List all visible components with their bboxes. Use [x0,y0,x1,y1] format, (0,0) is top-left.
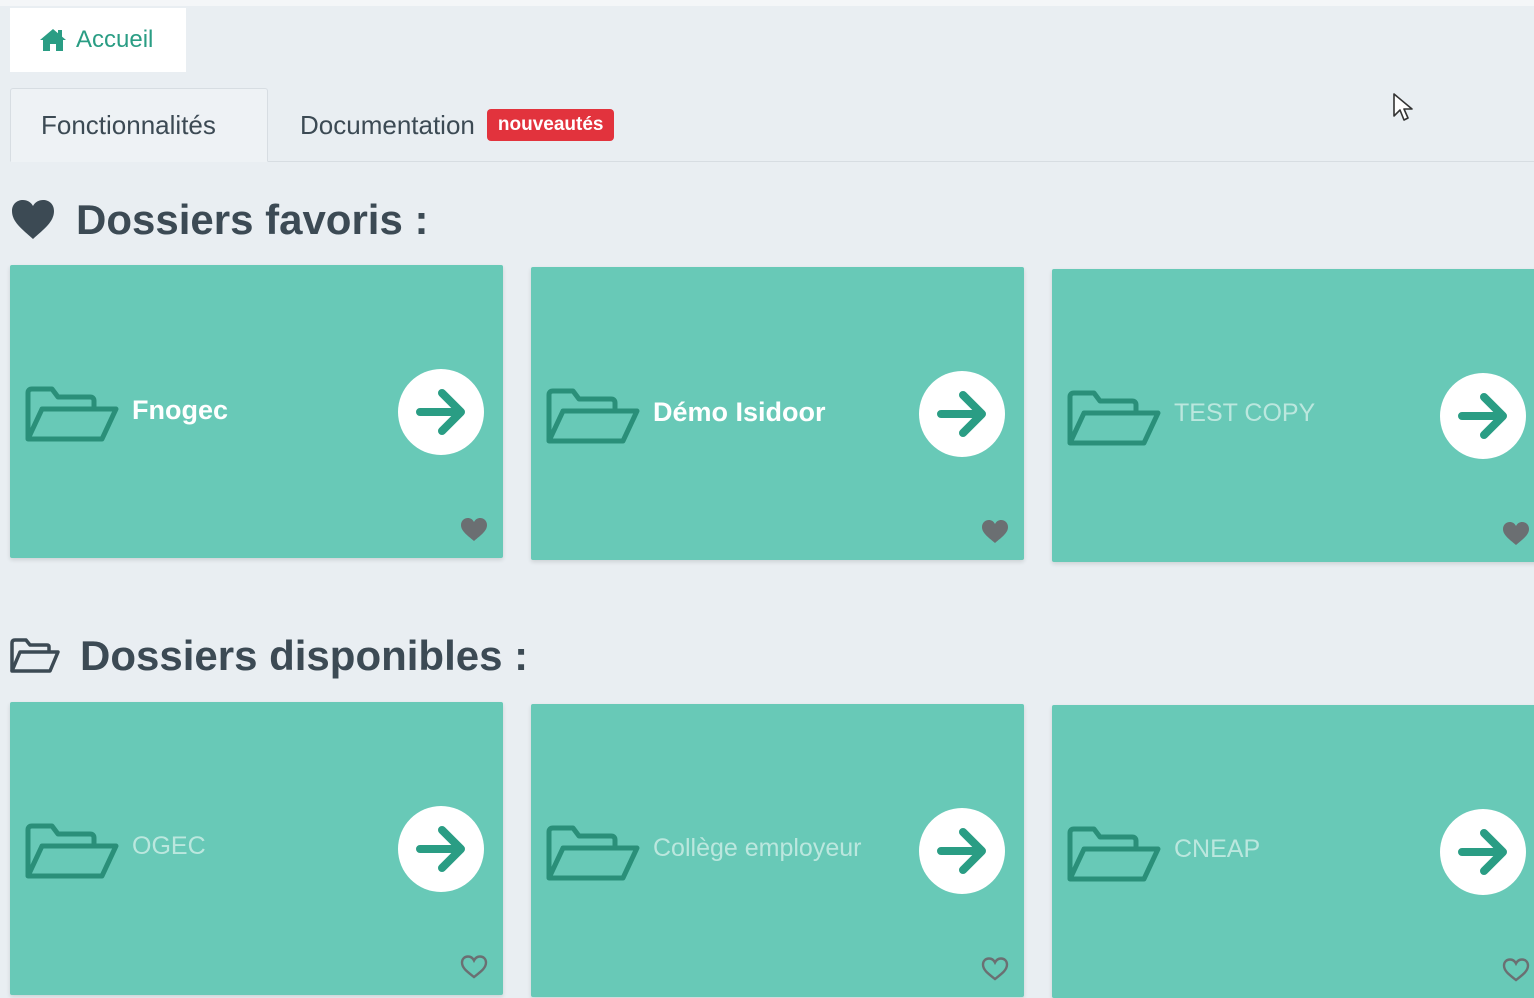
breadcrumb-home[interactable]: Accueil [10,8,186,72]
open-folder-button[interactable] [1440,809,1526,895]
arrow-right-icon [1458,393,1507,439]
folder-open-icon [1067,390,1161,446]
open-folder-button[interactable] [919,371,1005,457]
card-label: Fnogec [132,395,229,425]
card-label: OGEC [132,832,206,860]
heart-outline-icon[interactable] [460,954,488,980]
arrow-right-icon [937,828,986,874]
home-icon [40,29,66,51]
favorite-heart-icon[interactable] [981,519,1009,545]
arrow-right-icon [937,391,986,437]
folder-open-icon [1067,826,1161,882]
heart-outline-icon[interactable] [981,956,1009,982]
available-card-cneap[interactable]: CNEAP [1052,705,1534,998]
folder-open-icon [10,638,60,673]
available-card-ogec[interactable]: OGEC [10,702,503,995]
favorite-card-test-copy[interactable]: TEST COPY [1052,269,1534,562]
favorites-heading: Dossiers favoris : [10,196,429,244]
card-label: TEST COPY [1174,399,1316,427]
folder-open-icon [546,388,640,444]
heart-outline-icon[interactable] [1502,957,1530,983]
available-title: Dossiers disponibles : [80,632,529,679]
folder-open-icon [25,386,119,442]
app-page: Accueil Fonctionnalités Documentation no… [0,0,1534,998]
tab-fonctionnalites-label: Fonctionnalités [41,109,216,140]
favorites-title: Dossiers favoris : [76,196,429,243]
available-card-college-employeur[interactable]: Collège employeur [531,704,1024,997]
card-label: Collège employeur [653,834,862,862]
open-folder-button[interactable] [398,369,484,455]
favorite-heart-icon[interactable] [1502,521,1530,547]
favorite-card-demo-isidoor[interactable]: Démo Isidoor [531,267,1024,560]
mouse-cursor-icon [1393,93,1413,121]
breadcrumb-home-label: Accueil [76,26,154,53]
tab-documentation[interactable]: Documentation nouveautés [300,88,615,162]
arrow-right-icon [1458,829,1507,875]
open-folder-button[interactable] [398,806,484,892]
new-badge: nouveautés [486,109,615,141]
favorite-heart-icon[interactable] [460,517,488,543]
folder-open-icon [25,823,119,879]
folder-open-icon [546,825,640,881]
tab-bar: Fonctionnalités Documentation nouveautés [10,88,1534,162]
tab-fonctionnalites[interactable]: Fonctionnalités [10,88,268,162]
arrow-right-icon [416,826,465,872]
tab-documentation-label: Documentation [300,109,475,140]
favorite-card-fnogec[interactable]: Fnogec [10,265,503,558]
card-label: Démo Isidoor [653,397,826,427]
available-heading: Dossiers disponibles : [10,632,528,680]
open-folder-button[interactable] [919,808,1005,894]
top-strip [0,0,1534,6]
open-folder-button[interactable] [1440,373,1526,459]
card-label: CNEAP [1174,835,1261,863]
arrow-right-icon [416,389,465,435]
heart-icon [12,200,54,239]
